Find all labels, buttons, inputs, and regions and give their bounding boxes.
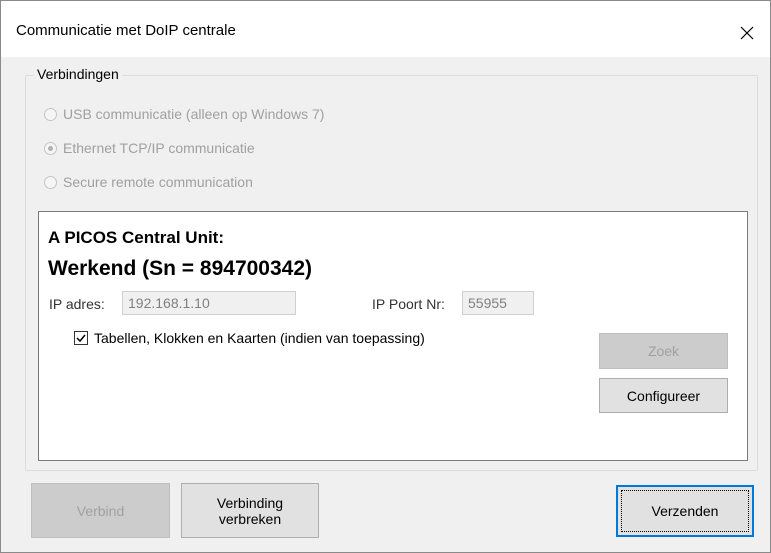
window-title: Communicatie met DoIP centrale [16,22,236,39]
radio-secure-remote-label: Secure remote communication [63,174,253,190]
radio-secure-remote[interactable]: Secure remote communication [44,174,253,190]
tables-checkbox-label: Tabellen, Klokken en Kaarten (indien van… [94,330,425,346]
title-bar: Communicatie met DoIP centrale [1,1,770,57]
disconnect-button-line1: Verbinding [216,494,284,511]
ip-port-label: IP Poort Nr: [372,296,445,312]
send-button[interactable]: Verzenden [616,485,754,537]
tables-checkbox[interactable] [74,331,88,345]
close-icon [740,26,754,40]
connect-button[interactable]: Verbind [31,483,170,538]
unit-title: A PICOS Central Unit: [48,228,224,247]
unit-status: Werkend (Sn = 894700342) [48,257,313,280]
radio-ethernet-label: Ethernet TCP/IP communicatie [63,140,255,156]
radio-usb-indicator[interactable] [44,107,57,121]
tables-checkbox-row[interactable]: Tabellen, Klokken en Kaarten (indien van… [74,330,425,346]
radio-usb[interactable]: USB communicatie (alleen op Windows 7) [44,106,324,122]
checkmark-icon [76,334,86,343]
search-button[interactable]: Zoek [599,333,728,369]
configure-button[interactable]: Configureer [599,378,728,413]
send-button-focus-ring [621,490,749,532]
radio-usb-label: USB communicatie (alleen op Windows 7) [63,106,325,122]
radio-ethernet-indicator[interactable] [44,141,57,155]
radio-secure-remote-indicator[interactable] [44,175,57,189]
ip-address-label: IP adres: [49,296,105,312]
radio-ethernet[interactable]: Ethernet TCP/IP communicatie [44,140,255,156]
close-button[interactable] [724,13,770,53]
ip-port-field[interactable] [462,291,534,315]
disconnect-button-line2: verbreken [218,510,282,527]
disconnect-button[interactable]: Verbinding verbreken [181,483,319,538]
ip-address-field[interactable] [122,291,296,315]
connections-group-label: Verbindingen [34,66,122,82]
